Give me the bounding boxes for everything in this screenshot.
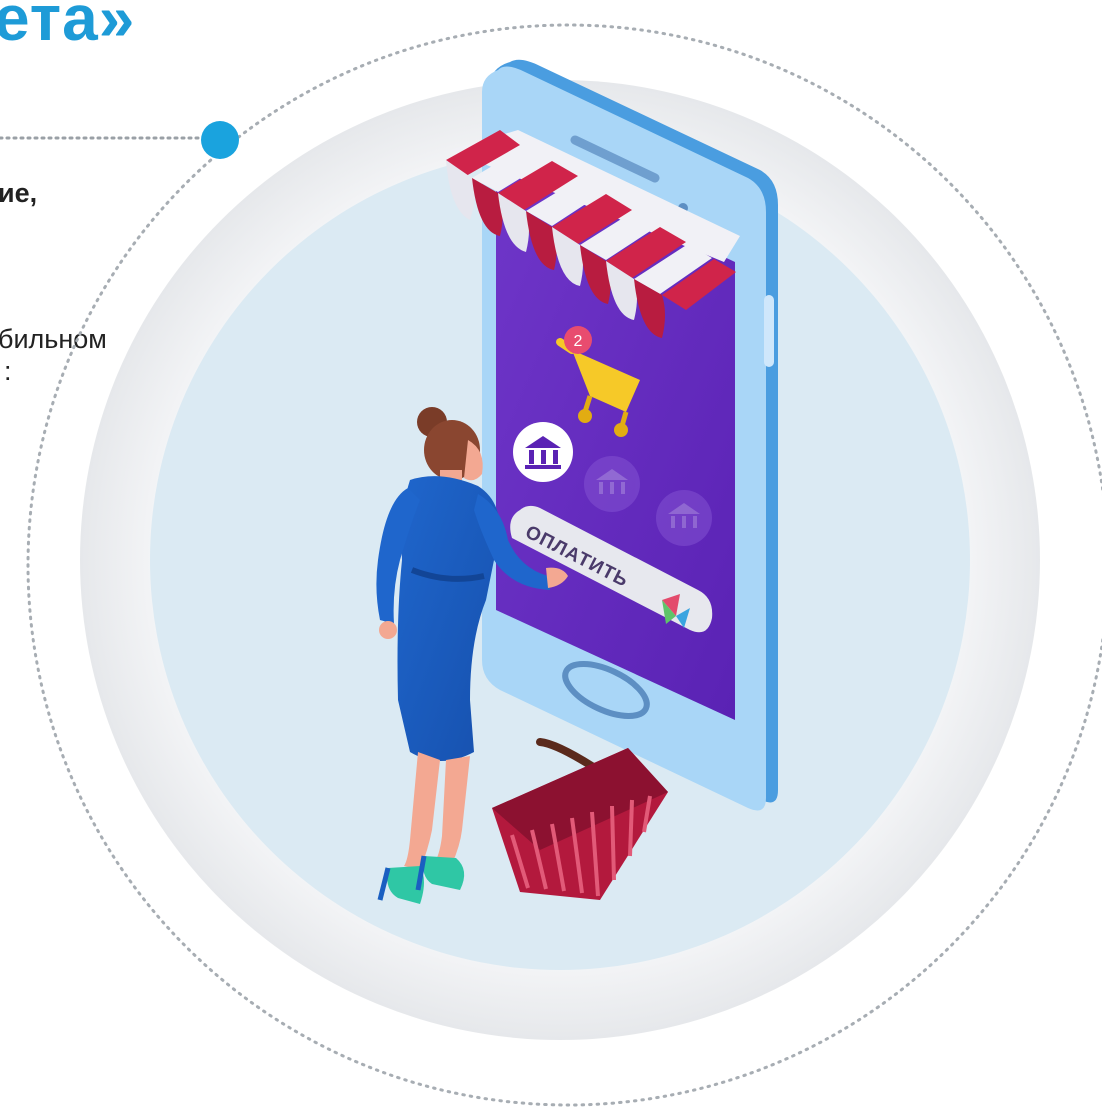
illustration-stage: ета» ие, бильном : 2 ОПЛАТИТЬ xyxy=(0,0,1102,1109)
bank-icon[interactable] xyxy=(656,490,712,546)
accent-dot xyxy=(201,121,239,159)
cart-badge-count: 2 xyxy=(574,333,583,350)
bank-icon[interactable] xyxy=(584,456,640,512)
cart-badge: 2 xyxy=(564,326,592,354)
bank-icon-selected[interactable] xyxy=(513,422,573,482)
illustration-art: 2 ОПЛАТИТЬ xyxy=(0,23,1102,1107)
